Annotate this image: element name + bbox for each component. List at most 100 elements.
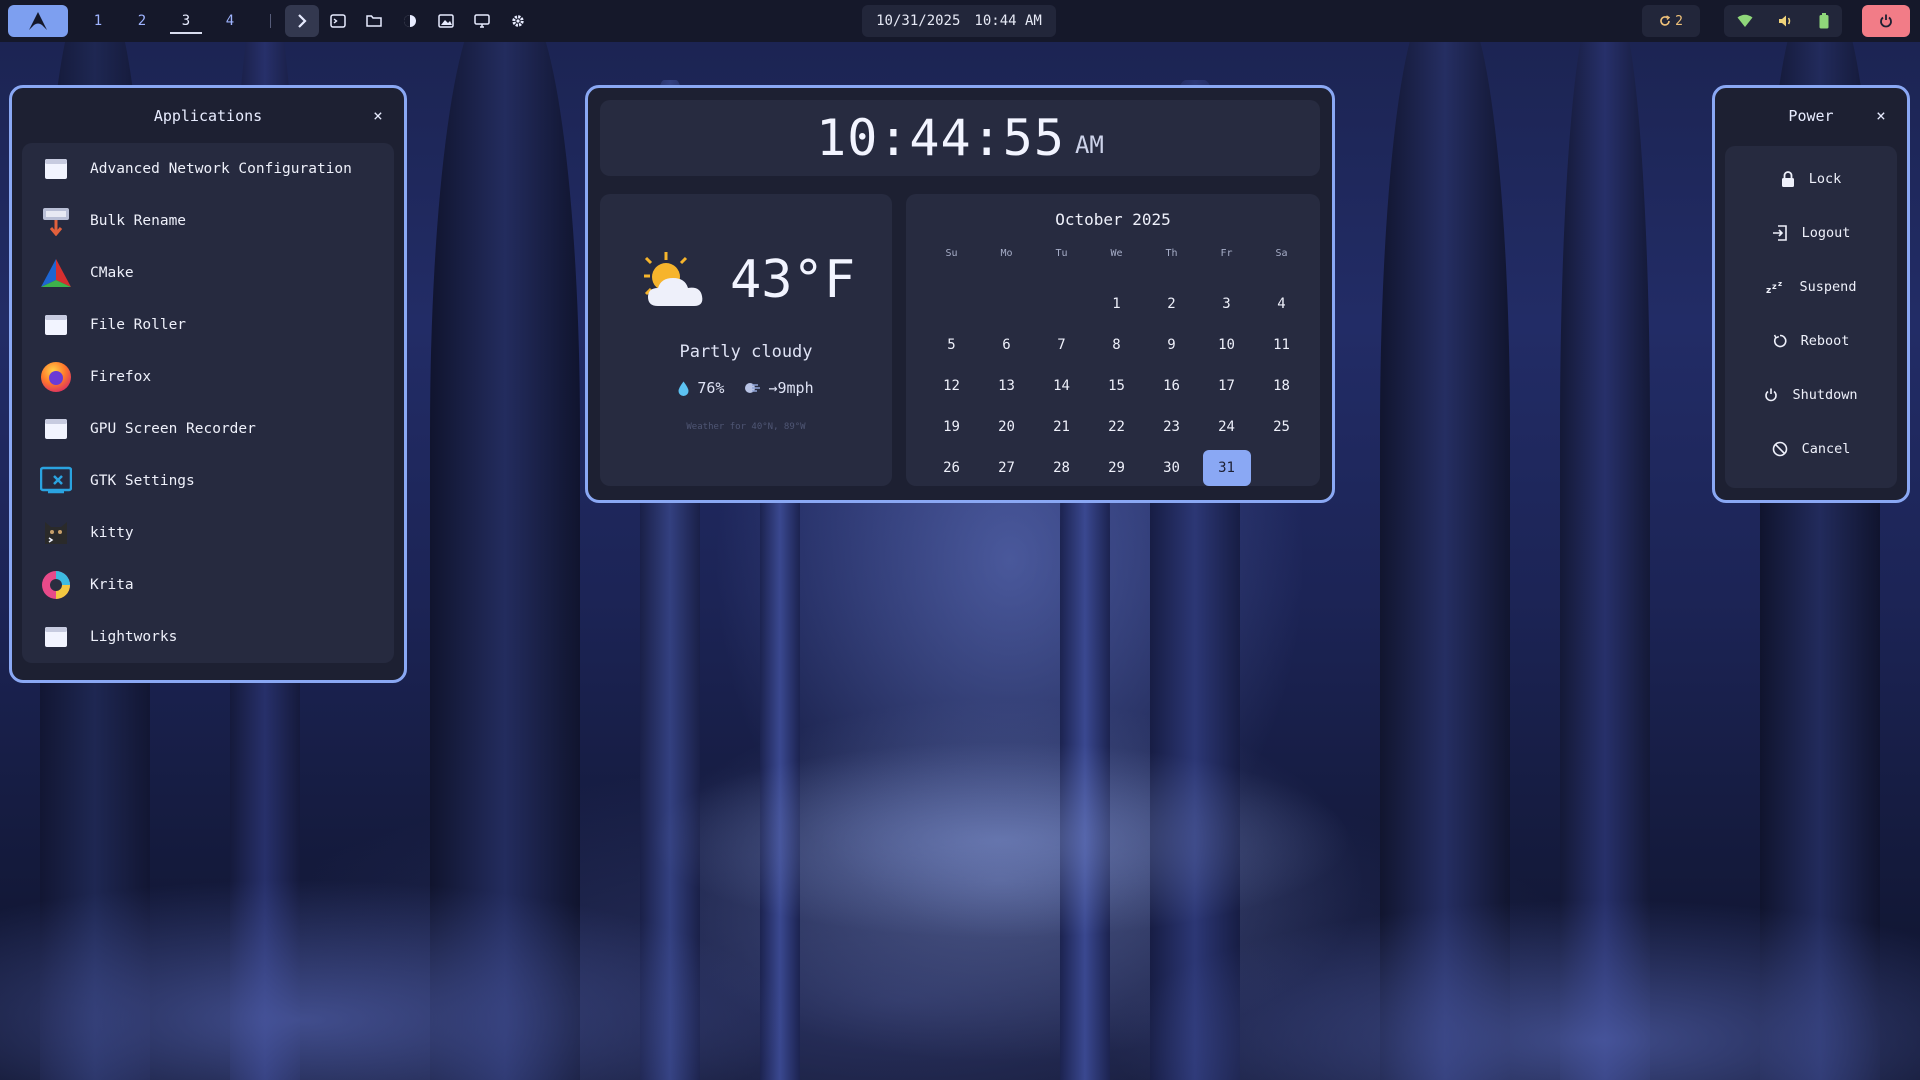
calendar-day[interactable]: 11 — [1254, 324, 1309, 365]
weekday-label: Mo — [1000, 247, 1013, 259]
calendar-day-number: 20 — [998, 418, 1015, 435]
calendar-day[interactable]: 3 — [1199, 283, 1254, 324]
calendar-day[interactable]: 9 — [1144, 324, 1199, 365]
volume-icon[interactable] — [1778, 14, 1794, 28]
app-item-krita[interactable]: Krita — [22, 559, 394, 611]
calendar-day-number: 23 — [1163, 418, 1180, 435]
calendar-day[interactable]: 21 — [1034, 406, 1089, 447]
close-icon[interactable]: × — [368, 105, 388, 125]
window-icon — [40, 621, 72, 653]
calendar-day-number: 11 — [1273, 336, 1290, 353]
calendar-day[interactable]: 1 — [1089, 283, 1144, 324]
settings-button[interactable] — [501, 5, 535, 37]
calendar-day[interactable]: 23 — [1144, 406, 1199, 447]
calendar-day-today[interactable]: 31 — [1199, 447, 1254, 488]
calendar-day[interactable]: 18 — [1254, 365, 1309, 406]
lock-button[interactable]: Lock — [1725, 152, 1897, 206]
calendar-day[interactable]: 8 — [1089, 324, 1144, 365]
time-text: 10:44 AM — [974, 13, 1042, 29]
power-option-label: Lock — [1808, 171, 1842, 187]
calendar-day[interactable]: 20 — [979, 406, 1034, 447]
calendar-day[interactable]: 27 — [979, 447, 1034, 488]
calendar-day[interactable]: 17 — [1199, 365, 1254, 406]
launcher-button[interactable] — [8, 5, 68, 37]
calendar-widget: October 2025 Su Mo Tu We Th Fr Sa 123456… — [906, 194, 1320, 486]
calendar-day[interactable]: 15 — [1089, 365, 1144, 406]
app-label: Advanced Network Configuration — [90, 161, 352, 177]
weekday-label: Sa — [1275, 247, 1288, 259]
close-icon[interactable]: × — [1871, 105, 1891, 125]
wind-value: →9mph — [768, 379, 814, 397]
power-menu-button[interactable] — [1862, 5, 1910, 37]
calendar-day[interactable]: 16 — [1144, 365, 1199, 406]
calendar-month-title: October 2025 — [1055, 210, 1171, 229]
app-item-gtk-settings[interactable]: GTK Settings — [22, 455, 394, 507]
power-option-label: Reboot — [1800, 333, 1850, 349]
calendar-day[interactable]: 5 — [924, 324, 979, 365]
theme-button[interactable] — [393, 5, 427, 37]
reboot-button[interactable]: Reboot — [1725, 314, 1897, 368]
workspace-4[interactable]: 4 — [208, 0, 252, 42]
app-label: Lightworks — [90, 629, 178, 645]
refresh-icon — [1660, 15, 1671, 26]
shutdown-button[interactable]: Shutdown — [1725, 368, 1897, 422]
files-button[interactable] — [357, 5, 391, 37]
updates-indicator[interactable]: 2 — [1642, 5, 1700, 37]
calendar-day[interactable]: 13 — [979, 365, 1034, 406]
app-item-kitty[interactable]: kitty — [22, 507, 394, 559]
calendar-day[interactable]: 6 — [979, 324, 1034, 365]
workspace-1[interactable]: 1 — [76, 0, 120, 42]
app-item-file-roller[interactable]: File Roller — [22, 299, 394, 351]
calendar-day[interactable]: 26 — [924, 447, 979, 488]
calendar-day[interactable]: 29 — [1089, 447, 1144, 488]
app-label: Bulk Rename — [90, 213, 187, 229]
wifi-icon[interactable] — [1737, 14, 1753, 28]
calendar-day[interactable]: 7 — [1034, 324, 1089, 365]
app-label: kitty — [90, 525, 134, 541]
calendar-day[interactable]: 28 — [1034, 447, 1089, 488]
run-button[interactable] — [285, 5, 319, 37]
calendar-day[interactable]: 2 — [1144, 283, 1199, 324]
reboot-icon — [1773, 334, 1787, 348]
workspace-3[interactable]: 3 — [164, 0, 208, 42]
calendar-day-number: 1 — [1112, 295, 1121, 312]
app-item-bulk-rename[interactable]: Bulk Rename — [22, 195, 394, 247]
app-item-cmake[interactable]: CMake — [22, 247, 394, 299]
calendar-day[interactable]: 30 — [1144, 447, 1199, 488]
terminal-button[interactable] — [321, 5, 355, 37]
calendar-empty-cell — [924, 283, 979, 324]
calendar-day[interactable]: 19 — [924, 406, 979, 447]
calendar-day[interactable]: 12 — [924, 365, 979, 406]
weekday-label: We — [1110, 247, 1123, 259]
partly-cloudy-icon — [644, 252, 703, 306]
wallpaper-button[interactable] — [429, 5, 463, 37]
app-item-firefox[interactable]: Firefox — [22, 351, 394, 403]
cancel-button[interactable]: Cancel — [1725, 422, 1897, 476]
workspace-2[interactable]: 2 — [120, 0, 164, 42]
date-time-display[interactable]: 10/31/2025 10:44 AM — [862, 5, 1056, 37]
calendar-day[interactable]: 14 — [1034, 365, 1089, 406]
calendar-day[interactable]: 22 — [1089, 406, 1144, 447]
logout-button[interactable]: Logout — [1725, 206, 1897, 260]
clock-widget: 10:44:55 AM — [600, 100, 1320, 176]
contrast-icon — [404, 15, 416, 27]
calendar-day[interactable]: 24 — [1199, 406, 1254, 447]
power-options: Lock Logout zzz Suspend Reboot Shutdown … — [1725, 146, 1897, 488]
dashboard-panel: 10:44:55 AM 43°F Partly cloudy 76% →9mph — [585, 85, 1335, 503]
calendar-day-number: 13 — [998, 377, 1015, 394]
weekday-label: Fr — [1220, 247, 1233, 259]
battery-icon[interactable] — [1819, 13, 1829, 29]
app-item-lightworks[interactable]: Lightworks — [22, 611, 394, 663]
image-icon — [438, 14, 454, 28]
applications-title: Applications — [153, 107, 263, 125]
calendar-empty-cell — [1254, 447, 1309, 488]
calendar-day-number: 31 — [1202, 449, 1251, 486]
suspend-button[interactable]: zzz Suspend — [1725, 260, 1897, 314]
calendar-day[interactable]: 25 — [1254, 406, 1309, 447]
calendar-day-number: 12 — [943, 377, 960, 394]
calendar-day[interactable]: 4 — [1254, 283, 1309, 324]
display-button[interactable] — [465, 5, 499, 37]
calendar-day[interactable]: 10 — [1199, 324, 1254, 365]
app-item-advanced-network-configuration[interactable]: Advanced Network Configuration — [22, 143, 394, 195]
app-item-gpu-screen-recorder[interactable]: GPU Screen Recorder — [22, 403, 394, 455]
